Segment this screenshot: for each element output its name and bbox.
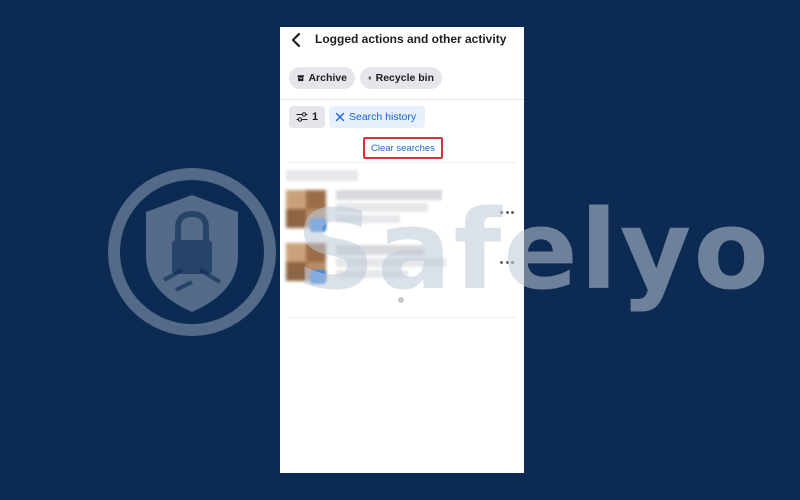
clear-searches-label: Clear searches <box>371 142 435 154</box>
clear-searches-button[interactable]: Clear searches <box>363 137 443 159</box>
archive-label: Archive <box>308 72 347 84</box>
filter-button[interactable]: 1 <box>289 106 325 128</box>
search-history-label: Search history <box>349 111 417 123</box>
filter-sliders-icon <box>296 112 308 122</box>
divider <box>288 162 516 163</box>
back-arrow-icon[interactable] <box>288 32 304 48</box>
recycle-bin-label: Recycle bin <box>375 72 434 84</box>
blurred-date-label <box>286 170 358 181</box>
close-icon[interactable] <box>335 112 345 122</box>
archive-button[interactable]: Archive <box>289 67 355 89</box>
trash-icon <box>368 76 372 80</box>
search-history-filter-chip[interactable]: Search history <box>329 106 425 128</box>
archive-icon <box>297 75 304 82</box>
page-title: Logged actions and other activity <box>315 32 507 46</box>
divider <box>288 317 516 318</box>
recycle-bin-button[interactable]: Recycle bin <box>360 67 442 89</box>
header: Logged actions and other activity <box>280 27 524 53</box>
divider <box>280 99 524 100</box>
watermark-text: Safelyo <box>296 186 771 314</box>
filter-count: 1 <box>311 111 319 123</box>
